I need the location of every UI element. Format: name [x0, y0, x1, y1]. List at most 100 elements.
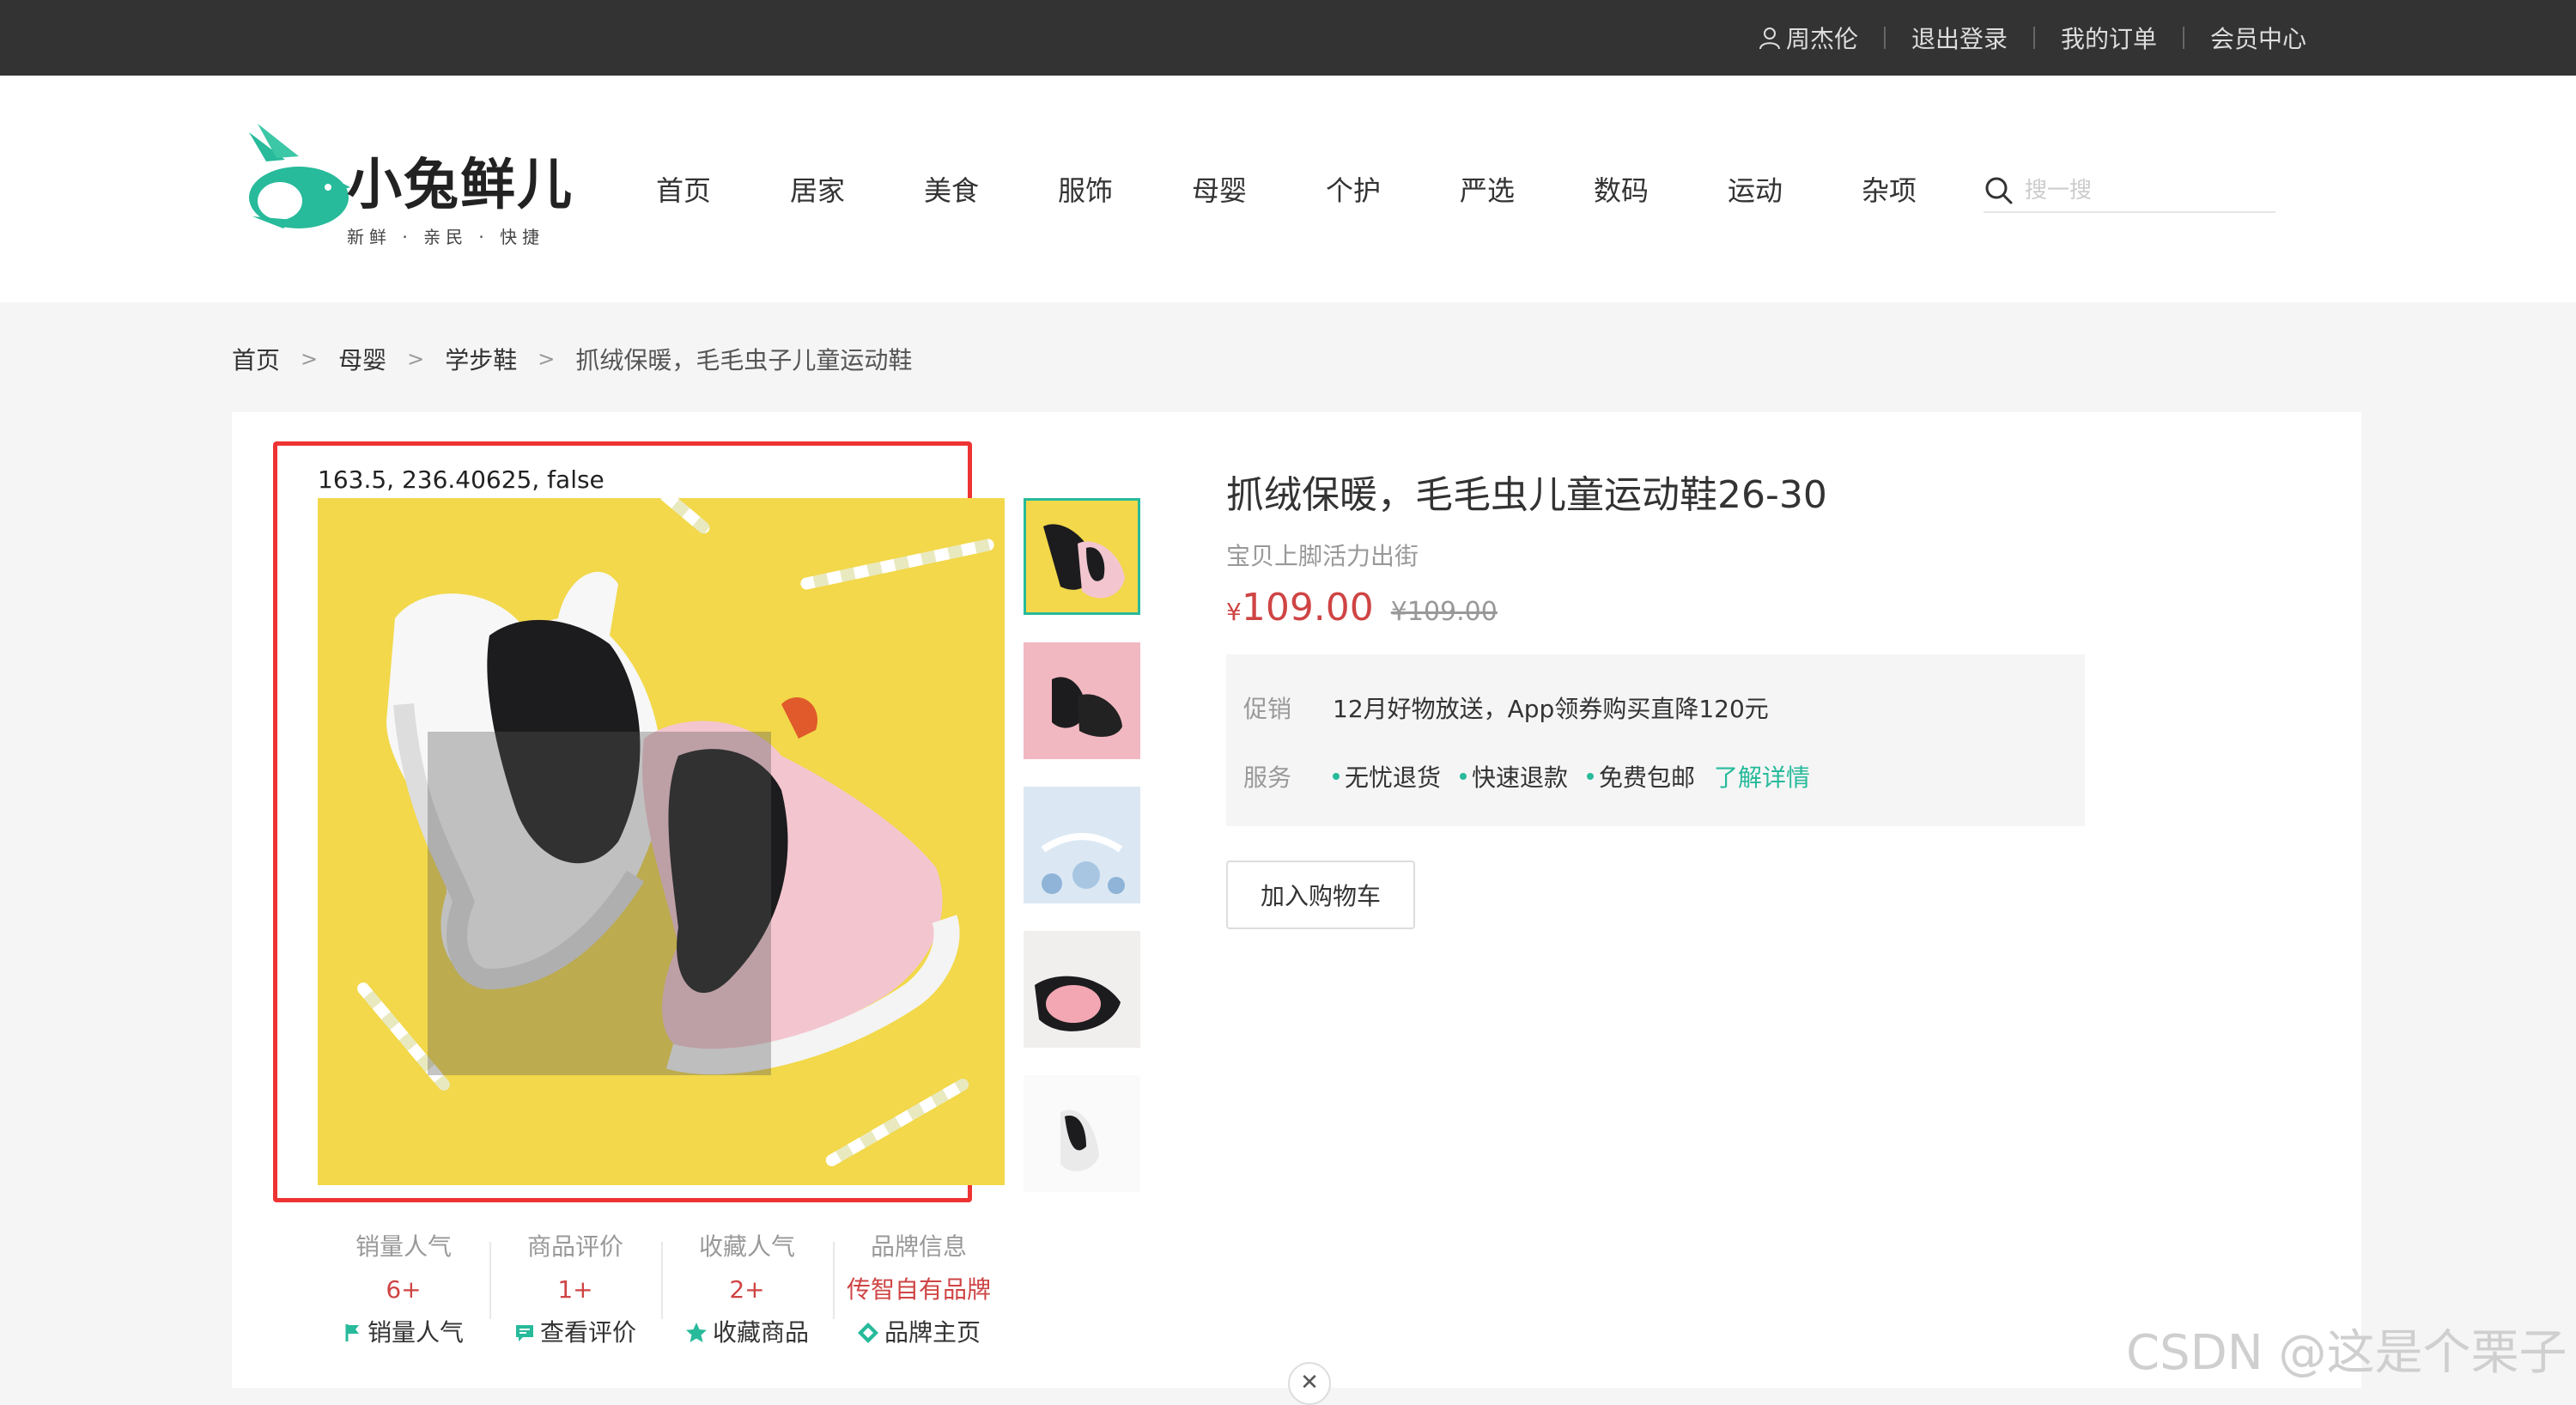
thumbnail-item[interactable]: [1024, 498, 1140, 615]
nav-item-misc[interactable]: 杂项: [1822, 169, 1956, 209]
stat-sales: 销量人气 6+ 销量人气: [318, 1230, 489, 1350]
brand-icon: [857, 1323, 878, 1343]
breadcrumb-separator-icon: >: [301, 347, 319, 371]
breadcrumb-item-home[interactable]: 首页: [232, 342, 280, 376]
service-row: 服务 无忧退货 快速退款 免费包邮 了解详情: [1243, 742, 2068, 811]
service-text: 免费包邮: [1599, 763, 1696, 792]
watermark: CSDN @这是个栗子: [2126, 1325, 2567, 1381]
nav-item-selected[interactable]: 严选: [1420, 169, 1554, 209]
stat-link-text: 品牌主页: [884, 1318, 981, 1347]
logo-text: 小兔鲜儿 新鲜 · 亲民 · 快捷: [347, 141, 574, 248]
star-icon: [685, 1323, 707, 1342]
service-key: 服务: [1243, 763, 1292, 792]
breadcrumb-item-current: 抓绒保暖，毛毛虫子儿童运动鞋: [575, 346, 913, 374]
nav-item-food[interactable]: 美食: [884, 169, 1018, 209]
service-item: 无忧退货: [1333, 759, 1441, 794]
product-main-image[interactable]: [318, 498, 1005, 1185]
promo-text: 12月好物放送，App领券购买直降120元: [1333, 695, 1769, 723]
stat-link-brand[interactable]: 品牌主页: [833, 1316, 1005, 1350]
nav-item-home-living[interactable]: 居家: [750, 169, 884, 209]
service-text: 快速退款: [1472, 763, 1569, 792]
stat-reviews: 商品评价 1+ 查看评价: [489, 1230, 661, 1350]
promo-row: 促销 12月好物放送，App领券购买直降120元: [1243, 673, 2068, 742]
add-to-cart-button[interactable]: 加入购物车: [1226, 861, 1415, 929]
stat-label: 销量人气: [355, 1232, 452, 1261]
zoom-lens-layer[interactable]: [428, 732, 771, 1075]
stat-value: 1+: [557, 1275, 593, 1304]
thumbnail-image: [1052, 677, 1122, 737]
product-title: 抓绒保暖，毛毛虫儿童运动鞋26-30: [1226, 473, 1827, 517]
stat-label: 收藏人气: [698, 1232, 795, 1261]
stat-value: 6+: [386, 1275, 422, 1304]
top-nav: 周杰伦 退出登录 我的订单 会员中心: [1733, 0, 2332, 76]
rabbit-logo-icon: [249, 124, 350, 228]
breadcrumb-item-category[interactable]: 学步鞋: [445, 342, 517, 376]
site-logo[interactable]: 小兔鲜儿 新鲜 · 亲民 · 快捷: [232, 115, 575, 247]
thumbnail-image: [1060, 1110, 1099, 1171]
promo-panel: 促销 12月好物放送，App领券购买直降120元 服务 无忧退货 快速退款 免费…: [1226, 654, 2085, 826]
nav-item-home[interactable]: 首页: [617, 169, 750, 209]
nav-item-baby[interactable]: 母婴: [1152, 169, 1286, 209]
service-text: 无忧退货: [1345, 763, 1442, 792]
stat-brand: 品牌信息 传智自有品牌 品牌主页: [833, 1230, 1005, 1350]
stat-link-text: 销量人气: [367, 1318, 464, 1347]
stat-value: 传智自有品牌: [846, 1275, 991, 1304]
thumbnail-image: [1043, 524, 1125, 599]
debug-coordinates: 163.5, 236.40625, false: [318, 465, 605, 494]
bullet-icon: [1587, 773, 1595, 780]
stat-link-reviews[interactable]: 查看评价: [489, 1316, 661, 1350]
stat-link-favorites[interactable]: 收藏商品: [661, 1316, 833, 1350]
thumbnail-item[interactable]: [1024, 931, 1140, 1048]
user-link[interactable]: 周杰伦: [1733, 21, 1884, 55]
user-name: 周杰伦: [1785, 25, 1858, 53]
nav-item-personal-care[interactable]: 个护: [1286, 169, 1420, 209]
breadcrumb-separator-icon: >: [407, 347, 425, 371]
stat-favorites: 收藏人气 2+ 收藏商品: [661, 1230, 833, 1350]
stat-link-text: 查看评价: [539, 1318, 636, 1347]
breadcrumb-separator-icon: >: [538, 347, 556, 371]
thumbnail-image: [1035, 976, 1121, 1031]
promo-key: 促销: [1243, 695, 1292, 723]
nav-item-digital[interactable]: 数码: [1554, 169, 1688, 209]
logo-slogan: 新鲜 · 亲民 · 快捷: [347, 227, 545, 247]
breadcrumb-item-baby[interactable]: 母婴: [338, 342, 386, 376]
price-value: 109.00: [1241, 586, 1374, 630]
service-item: 快速退款: [1460, 759, 1568, 794]
logout-link[interactable]: 退出登录: [1886, 21, 2033, 55]
main-nav: 首页 居家 美食 服饰 母婴 个护 严选 数码 运动 杂项: [617, 76, 1956, 302]
goods-stats: 销量人气 6+ 销量人气 商品评价 1+ 查看评价 收藏人气 2+ 收藏商品 品…: [318, 1230, 1005, 1350]
top-bar: 周杰伦 退出登录 我的订单 会员中心: [0, 0, 2576, 76]
close-icon[interactable]: ✕: [1288, 1362, 1331, 1405]
thumbnail-list: [1024, 498, 1140, 1219]
original-price: ¥109.00: [1390, 597, 1498, 627]
current-price: ¥109.00: [1226, 586, 1374, 630]
my-orders-link[interactable]: 我的订单: [2035, 21, 2183, 55]
stat-label: 品牌信息: [870, 1232, 967, 1261]
user-icon: [1759, 27, 1780, 50]
breadcrumb: 首页 > 母婴 > 学步鞋 > 抓绒保暖，毛毛虫子儿童运动鞋: [232, 340, 912, 378]
stat-label: 商品评价: [526, 1232, 623, 1261]
member-center-link[interactable]: 会员中心: [2184, 21, 2332, 55]
stat-link-text: 收藏商品: [712, 1318, 809, 1347]
header: 小兔鲜儿 新鲜 · 亲民 · 快捷 首页 居家 美食 服饰 母婴 个护 严选 数…: [0, 76, 2576, 302]
service-details-link[interactable]: 了解详情: [1714, 759, 1810, 794]
stat-value: 2+: [729, 1275, 765, 1304]
service-item: 免费包邮: [1587, 759, 1695, 794]
nav-item-sports[interactable]: 运动: [1688, 169, 1822, 209]
nav-item-clothing[interactable]: 服饰: [1018, 169, 1152, 209]
thumbnail-image: [1041, 833, 1125, 894]
thumbnail-item[interactable]: [1024, 1075, 1140, 1192]
flag-icon: [345, 1324, 359, 1341]
thumbnail-item[interactable]: [1024, 787, 1140, 903]
currency-symbol: ¥: [1226, 598, 1242, 626]
stat-link-sales[interactable]: 销量人气: [318, 1316, 489, 1350]
thumbnail-item[interactable]: [1024, 642, 1140, 759]
search-box: [1984, 170, 2275, 213]
price-block: ¥109.00 ¥109.00: [1226, 586, 1498, 630]
comment-icon: [515, 1325, 533, 1341]
product-subtitle: 宝贝上脚活力出街: [1226, 542, 1419, 570]
search-icon[interactable]: [1984, 175, 2014, 206]
search-input[interactable]: [2025, 178, 2248, 204]
bullet-icon: [1460, 773, 1467, 780]
logo-name: 小兔鲜儿: [347, 154, 574, 217]
